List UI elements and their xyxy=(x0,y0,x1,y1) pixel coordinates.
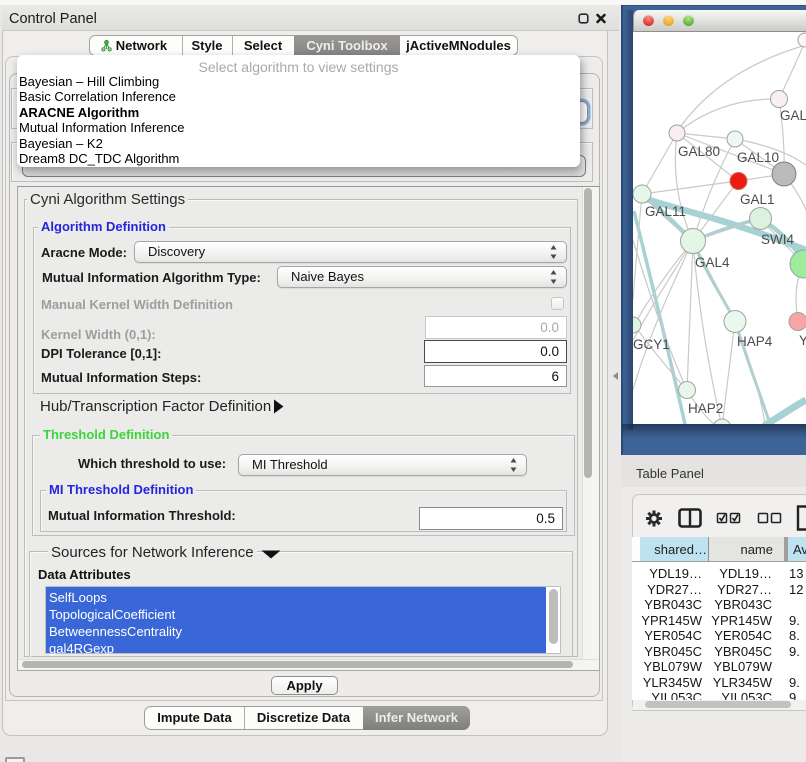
svg-text:GAL2: GAL2 xyxy=(780,108,806,123)
svg-text:SWI4: SWI4 xyxy=(761,232,794,247)
svg-text:GAL11: GAL11 xyxy=(645,204,686,219)
svg-text:GAL4: GAL4 xyxy=(695,255,730,270)
svg-text:GAL80: GAL80 xyxy=(678,144,720,159)
svg-text:GCY1: GCY1 xyxy=(633,337,670,352)
svg-text:GAL1: GAL1 xyxy=(740,192,775,207)
svg-text:HAP2: HAP2 xyxy=(688,401,723,416)
svg-text:GAL10: GAL10 xyxy=(737,150,779,165)
svg-text:HAP4: HAP4 xyxy=(737,334,773,349)
svg-text:YPL: YPL xyxy=(799,333,806,348)
